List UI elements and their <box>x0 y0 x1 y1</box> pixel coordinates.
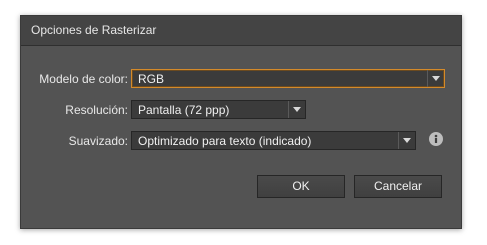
chevron-down-icon <box>293 107 301 112</box>
color-model-value: RGB <box>138 72 165 86</box>
antialiasing-select[interactable]: Optimizado para texto (indicado) <box>131 131 416 150</box>
cancel-button[interactable]: Cancelar <box>354 175 442 198</box>
info-icon[interactable] <box>429 132 443 146</box>
color-model-label: Modelo de color: <box>39 72 128 86</box>
antialiasing-label: Suavizado: <box>68 134 128 148</box>
dialog-titlebar[interactable]: Opciones de Rasterizar <box>21 16 461 46</box>
color-model-select[interactable]: RGB <box>131 69 445 88</box>
antialiasing-dropdown-button[interactable] <box>398 132 415 149</box>
resolution-dropdown-button[interactable] <box>288 101 305 118</box>
chevron-down-icon <box>432 76 440 81</box>
rasterize-options-dialog: Opciones de Rasterizar Modelo de color: … <box>21 16 461 228</box>
color-model-dropdown-button[interactable] <box>427 70 444 87</box>
dialog-title: Opciones de Rasterizar <box>31 23 157 37</box>
resolution-value: Pantalla (72 ppp) <box>138 103 230 117</box>
resolution-select[interactable]: Pantalla (72 ppp) <box>131 100 306 119</box>
info-glyph <box>434 134 438 143</box>
ok-button[interactable]: OK <box>257 175 345 198</box>
resolution-label: Resolución: <box>65 103 128 117</box>
antialiasing-value: Optimizado para texto (indicado) <box>138 134 312 148</box>
chevron-down-icon <box>403 138 411 143</box>
